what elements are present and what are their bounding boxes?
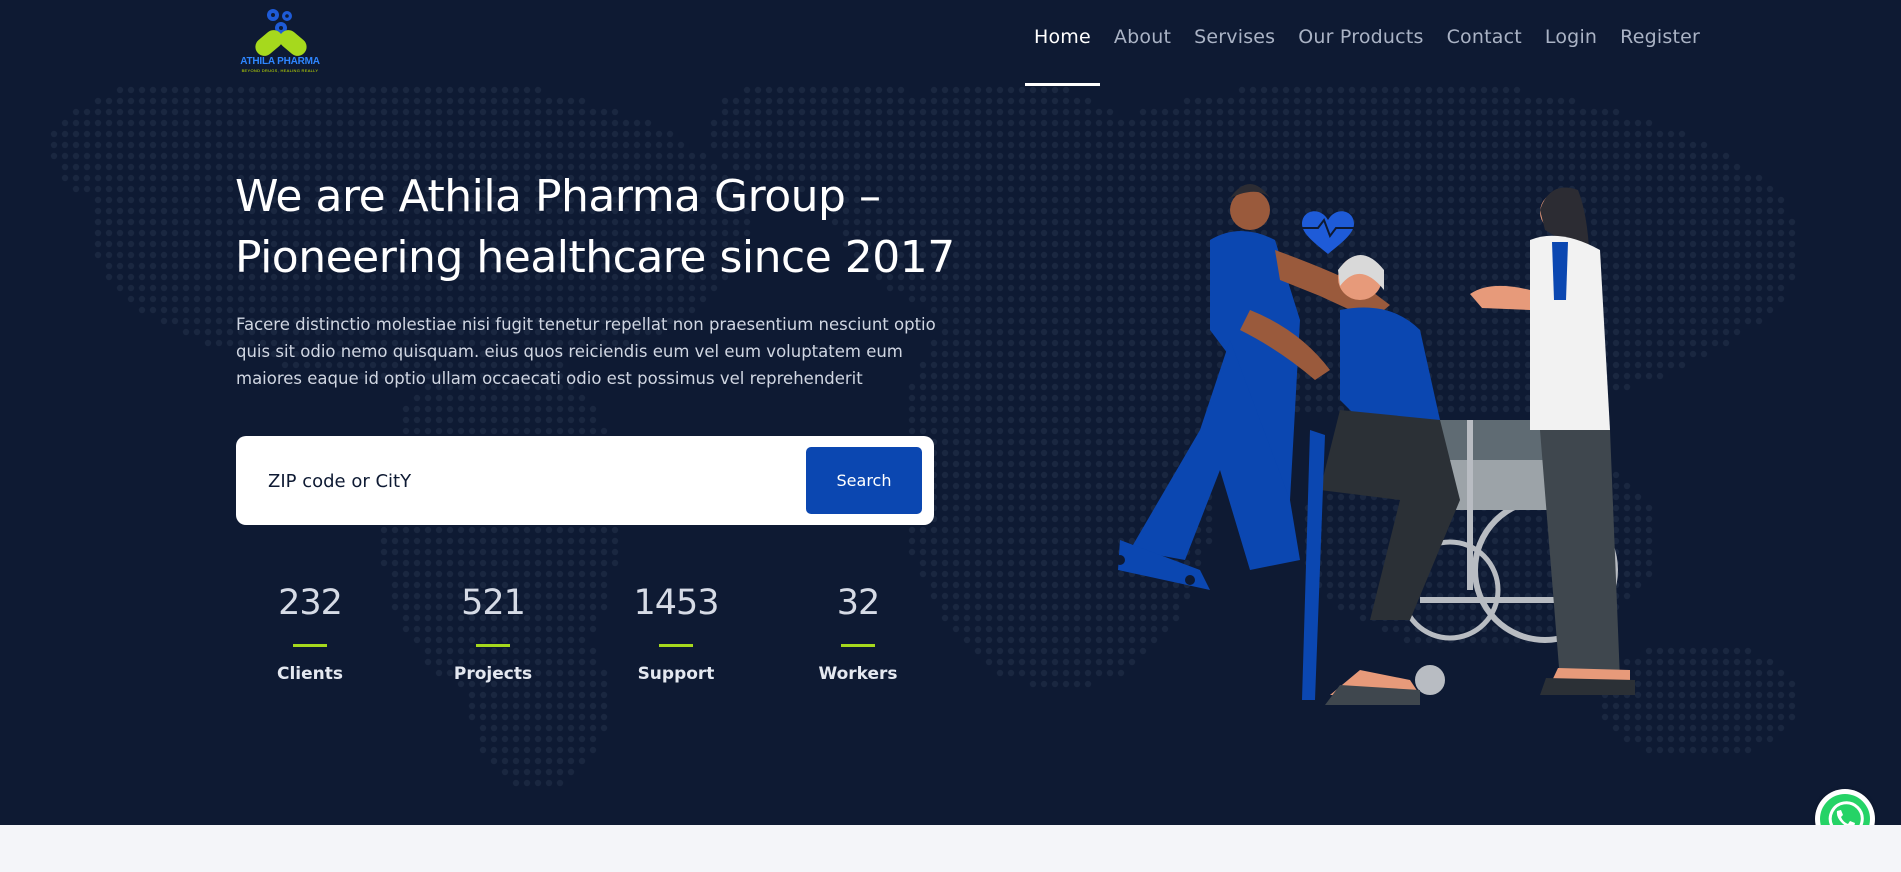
logo-tagline: BEYOND DRUGS, HEALING REALLY (241, 68, 319, 73)
search-button[interactable]: Search (806, 447, 922, 514)
pill-gear-logo-icon (255, 9, 307, 56)
stat-label: Support (637, 664, 715, 684)
nav-contact[interactable]: Contact (1447, 26, 1522, 86)
whatsapp-button[interactable] (1815, 789, 1875, 825)
zip-city-search-input[interactable] (268, 458, 788, 504)
stat-label: Projects (453, 664, 533, 684)
stat-divider (841, 644, 875, 647)
search-form: Search (236, 436, 934, 525)
caregivers-illustration (1115, 184, 1635, 705)
logo-wordmark: ATHILA PHARMA (240, 56, 320, 67)
stat-divider (293, 644, 327, 647)
stat-value: 32 (836, 583, 881, 623)
stat-support: 1453 Support (584, 578, 768, 684)
stat-divider (476, 644, 510, 647)
stats-row: 232 Clients 521 Projects 1453 Support 32… (218, 578, 1018, 698)
stat-value: 232 (278, 583, 343, 623)
hero-description: Facere distinctio molestiae nisi fugit t… (236, 315, 936, 388)
hero-title-line-1: We are Athila Pharma Group – (235, 171, 881, 222)
nav-services[interactable]: Servises (1194, 26, 1275, 86)
main-navigation: Home About Servises Our Products Contact… (1025, 26, 1723, 86)
stat-value: 521 (461, 583, 526, 623)
stat-label: Clients (276, 664, 343, 684)
hero-section: ATHILA PHARMA BEYOND DRUGS, HEALING REAL… (0, 0, 1901, 825)
heart-pulse-icon (1302, 211, 1354, 254)
stat-label: Workers (818, 664, 898, 684)
nav-home[interactable]: Home (1025, 26, 1100, 86)
whatsapp-icon (1820, 794, 1870, 825)
stat-divider (659, 644, 693, 647)
nav-login[interactable]: Login (1545, 26, 1597, 86)
stat-workers: 32 Workers (766, 578, 950, 684)
stat-clients: 232 Clients (218, 578, 402, 684)
nav-register[interactable]: Register (1620, 26, 1700, 86)
stat-value: 1453 (633, 583, 719, 623)
nav-our-products[interactable]: Our Products (1298, 26, 1423, 86)
hero-title: We are Athila Pharma Group – Pioneering … (235, 166, 995, 288)
nav-about[interactable]: About (1114, 26, 1171, 86)
hero-title-line-2: Pioneering healthcare since 2017 (235, 232, 955, 283)
stat-projects: 521 Projects (401, 578, 585, 684)
brand-logo[interactable]: ATHILA PHARMA BEYOND DRUGS, HEALING REAL… (232, 6, 328, 78)
